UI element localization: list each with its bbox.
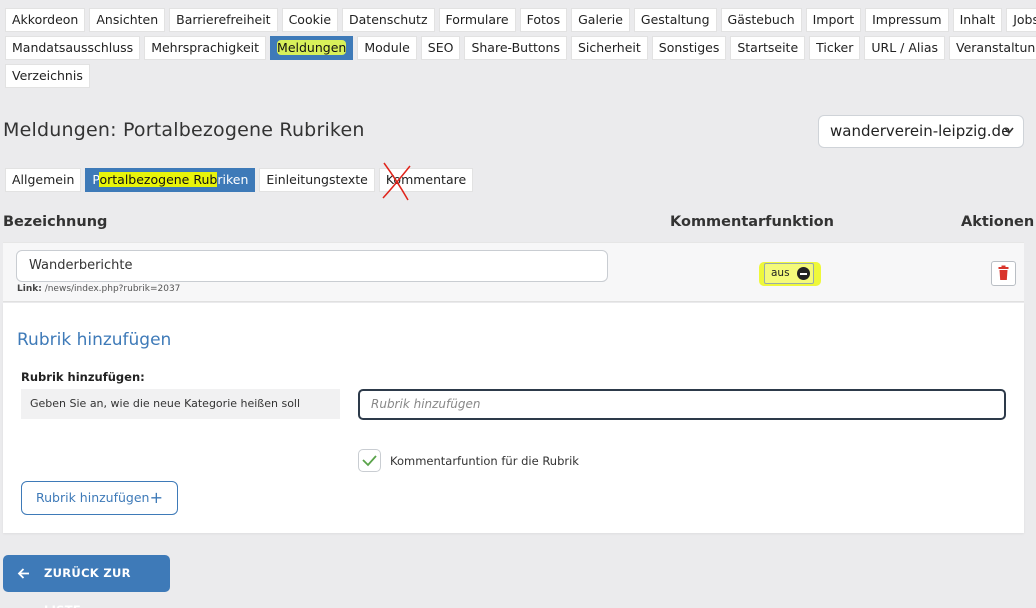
comment-checkbox[interactable] [358,449,381,472]
back-to-list-button[interactable]: ZURÜCK ZUR LISTE [3,555,170,608]
tab-portal-label: Portalbezogene Rubriken [92,172,249,187]
delete-button[interactable] [991,261,1016,286]
add-rubrik-title: Rubrik hinzufügen [17,330,172,350]
nav-barrierefreiheit[interactable]: Barrierefreiheit [169,8,278,32]
sub-tabs: Allgemein Portalbezogene Rubriken Einlei… [5,162,474,201]
nav-verzeichnis[interactable]: Verzeichnis [5,64,90,88]
nav-module[interactable]: Module [357,36,417,60]
rubrik-name-input[interactable]: Wanderberichte [16,250,608,282]
link-label: Link: [17,284,42,294]
table-row: Wanderberichte Link: /news/index.php?rub… [3,242,1024,302]
nav-sonstiges[interactable]: Sonstiges [651,36,727,60]
nav-cookie[interactable]: Cookie [281,8,339,32]
nav-row-2: Mandatsausschluss Mehrsprachigkeit Meldu… [5,36,1036,60]
link-path: /news/index.php?rubrik=2037 [44,284,181,294]
comment-checkbox-label: Kommentarfuntion für die Rubrik [390,454,579,468]
minus-circle-icon [797,267,810,280]
tab-allgemein[interactable]: Allgemein [5,168,82,192]
nav-fotos[interactable]: Fotos [519,8,568,32]
nav-datenschutz[interactable]: Datenschutz [342,8,435,32]
nav-mehrsprachigkeit[interactable]: Mehrsprachigkeit [144,36,267,60]
add-rubrik-panel: Rubrik hinzufügen Rubrik hinzufügen: Geb… [3,303,1024,533]
nav-meldungen[interactable]: Meldungen [270,36,354,60]
nav-import[interactable]: Import [805,8,862,32]
field-help-text: Geben Sie an, wie die neue Kategorie hei… [21,389,340,419]
site-select-value: wanderverein-leipzig.de [830,122,1011,140]
new-rubrik-input[interactable]: Rubrik hinzufügen [358,389,1006,420]
tab-kommentare-label: Kommentare [385,172,467,187]
nav-seo[interactable]: SEO [420,36,461,60]
nav-jobs[interactable]: Jobs [1006,8,1036,32]
arrow-left-icon [17,555,31,607]
nav-share-buttons[interactable]: Share-Buttons [464,36,567,60]
tab-portalbezogene-rubriken[interactable]: Portalbezogene Rubriken [85,168,256,192]
trash-icon [998,265,1009,280]
nav-row-3: Verzeichnis [5,64,1005,88]
nav-akkordeon[interactable]: Akkordeon [5,8,86,32]
nav-ansichten[interactable]: Ansichten [89,8,166,32]
tab-kommentare[interactable]: Kommentare [378,162,474,201]
nav-gestaltung[interactable]: Gestaltung [633,8,717,32]
add-rubrik-button[interactable]: Rubrik hinzufügen + [21,481,178,515]
settings-navigation: Akkordeon Ansichten Barrierefreiheit Coo… [5,8,1036,92]
nav-galerie[interactable]: Galerie [571,8,630,32]
column-header-aktionen: Aktionen [961,214,1035,230]
nav-mandatsausschluss[interactable]: Mandatsausschluss [5,36,141,60]
nav-ticker[interactable]: Ticker [809,36,861,60]
back-to-list-label: ZURÜCK ZUR LISTE [44,566,131,608]
rubrik-link: Link: /news/index.php?rubrik=2037 [17,284,180,294]
nav-startseite[interactable]: Startseite [730,36,806,60]
plus-icon: + [149,488,163,507]
field-label: Rubrik hinzufügen: [21,370,145,384]
chevron-down-icon [1003,116,1015,159]
comment-toggle[interactable]: aus [759,262,821,286]
add-rubrik-button-label: Rubrik hinzufügen [36,490,150,505]
nav-meldungen-label: Meldungen [277,40,347,55]
nav-sicherheit[interactable]: Sicherheit [570,36,648,60]
nav-inhalt[interactable]: Inhalt [952,8,1003,32]
tab-einleitungstexte[interactable]: Einleitungstexte [259,168,375,192]
page-title: Meldungen: Portalbezogene Rubriken [3,119,365,141]
column-header-bezeichnung: Bezeichnung [3,214,108,230]
nav-impressum[interactable]: Impressum [865,8,949,32]
nav-gaestebuch[interactable]: Gästebuch [720,8,802,32]
nav-row-1: Akkordeon Ansichten Barrierefreiheit Coo… [5,8,1036,32]
checkmark-icon [362,455,377,467]
comment-toggle-label: aus [764,263,814,284]
site-select[interactable]: wanderverein-leipzig.de [818,115,1024,148]
nav-url-alias[interactable]: URL / Alias [864,36,946,60]
nav-formulare[interactable]: Formulare [438,8,516,32]
nav-veranstaltungen[interactable]: Veranstaltungen [949,36,1036,60]
column-header-kommentarfunktion: Kommentarfunktion [670,214,834,230]
